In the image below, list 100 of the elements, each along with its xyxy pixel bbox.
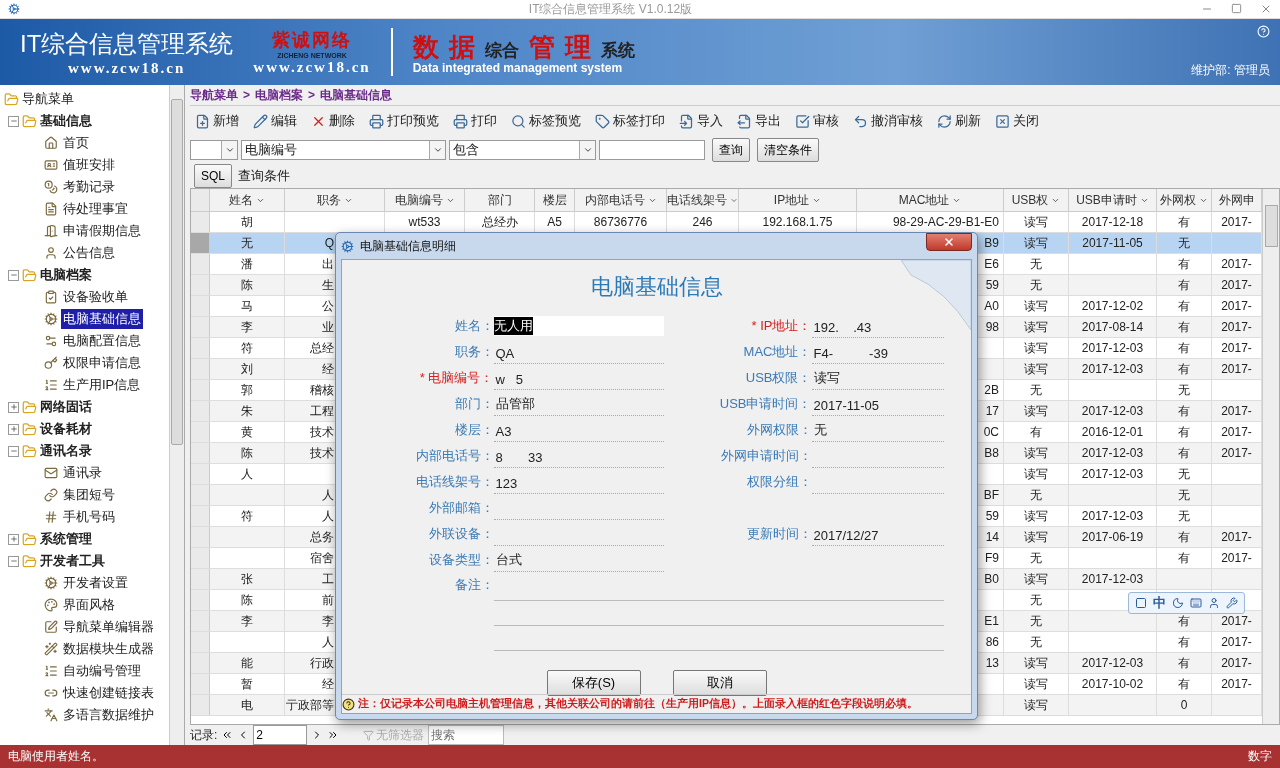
expander-icon[interactable]	[8, 423, 19, 435]
table-row[interactable]: 胡 wt533 总经办 A5 86736776 246 192.168.1.75 98-29-AC-29-B1-E0 读写 2017-12-18 有 2017-	[191, 212, 1262, 233]
user-icon[interactable]	[1208, 597, 1220, 609]
square-icon[interactable]	[1135, 597, 1147, 609]
tree-group[interactable]: 设备耗材	[40, 420, 92, 438]
tree-item[interactable]: 设备验收单	[61, 287, 130, 307]
row-header[interactable]	[191, 275, 210, 295]
dialog-button[interactable]: 保存(S)	[546, 670, 641, 696]
field-value[interactable]: 台式	[493, 547, 664, 572]
moon-icon[interactable]	[1172, 597, 1184, 609]
scrollbar[interactable]	[169, 85, 184, 745]
dialog-button[interactable]: 取消	[672, 670, 767, 696]
row-header[interactable]	[191, 254, 210, 274]
toolbar-button[interactable]: 撤消审核	[851, 110, 931, 132]
operator-dropdown[interactable]: 包含	[449, 140, 596, 160]
tree-group[interactable]: 基础信息	[40, 112, 92, 130]
sql-button[interactable]: SQL	[194, 164, 232, 188]
toolbar-button[interactable]: 打印预览	[367, 110, 447, 132]
column-header[interactable]: 楼层	[535, 189, 575, 211]
tree-group[interactable]: 开发者工具	[40, 552, 105, 570]
tree-item[interactable]: 界面风格	[61, 595, 117, 615]
breadcrumb-link[interactable]: 导航菜单	[190, 86, 238, 104]
toolbar-button[interactable]: 新增	[193, 110, 247, 132]
toolbar-button[interactable]: 刷新	[935, 110, 989, 132]
page-field[interactable]: 2	[253, 725, 308, 745]
tree-item[interactable]: 电脑配置信息	[61, 331, 143, 351]
tree-item[interactable]: 快速创建链接表	[61, 683, 156, 703]
tree-item[interactable]: 手机号码	[61, 507, 117, 527]
column-header[interactable]: 电脑编号	[385, 189, 465, 211]
row-header[interactable]	[191, 632, 210, 652]
help-icon[interactable]	[1257, 25, 1270, 38]
row-header[interactable]	[191, 443, 210, 463]
row-header[interactable]	[191, 695, 210, 715]
tree-item[interactable]: 自动编号管理	[61, 661, 143, 681]
tree-item[interactable]: 考勤记录	[61, 177, 117, 197]
row-header[interactable]	[191, 212, 210, 232]
tree-item[interactable]: 首页	[61, 133, 91, 153]
row-header[interactable]	[191, 296, 210, 316]
field-value[interactable]: 2017/12/27	[811, 521, 944, 546]
field-value[interactable]: A3	[493, 417, 664, 442]
row-header[interactable]	[191, 401, 210, 421]
field-value[interactable]: 123	[493, 469, 664, 494]
column-header[interactable]: IP地址	[739, 189, 857, 211]
expander-icon[interactable]	[8, 445, 19, 457]
wrench-icon[interactable]	[1226, 597, 1238, 609]
tree-item[interactable]: 多语言数据维护	[61, 705, 156, 725]
row-header[interactable]	[191, 569, 210, 589]
column-header[interactable]: USB申请时	[1069, 189, 1157, 211]
toolbar-button[interactable]: 标签打印	[593, 110, 673, 132]
search-field[interactable]: 搜索	[428, 725, 505, 745]
input-mode-label[interactable]: 中	[1153, 594, 1166, 612]
tree-item[interactable]: 电脑基础信息	[61, 309, 143, 329]
row-header[interactable]	[191, 380, 210, 400]
row-header[interactable]	[191, 611, 210, 631]
toolbar-button[interactable]: 删除	[309, 110, 363, 132]
row-header[interactable]	[191, 674, 210, 694]
expander-icon[interactable]	[8, 555, 19, 567]
tree-item[interactable]: 公告信息	[61, 243, 117, 263]
field-value[interactable]: F4- -39	[811, 339, 944, 364]
toolbar-button[interactable]: 打印	[451, 110, 505, 132]
toolbar-button[interactable]: 导出	[735, 110, 789, 132]
row-header[interactable]	[191, 359, 210, 379]
row-header[interactable]	[191, 653, 210, 673]
toolbar-button[interactable]: 关闭	[993, 110, 1047, 132]
tree-group[interactable]: 网络固话	[40, 398, 92, 416]
first-page-button[interactable]	[221, 729, 234, 741]
tree-item[interactable]: 申请假期信息	[61, 221, 143, 241]
tree-group[interactable]: 电脑档案	[40, 266, 92, 284]
close-button[interactable]	[926, 233, 972, 251]
keyboard-icon[interactable]	[1190, 597, 1202, 609]
tree-item[interactable]: 开发者设置	[61, 573, 130, 593]
field-value[interactable]: 2017-11-05	[811, 391, 944, 416]
dropdown[interactable]	[190, 140, 238, 160]
toolbar-button[interactable]: 标签预览	[509, 110, 589, 132]
ime-toolbar[interactable]: 中	[1128, 592, 1245, 614]
row-header[interactable]	[191, 464, 210, 484]
breadcrumb-link[interactable]: 电脑基础信息	[320, 86, 393, 104]
query-button[interactable]: 查询	[712, 138, 750, 162]
tree-item[interactable]: 生产用IP信息	[61, 375, 143, 395]
field-value[interactable]: 192. .43	[811, 313, 944, 338]
column-header[interactable]: 内部电话号	[575, 189, 667, 211]
tree-item[interactable]: 数据模块生成器	[61, 639, 156, 659]
expander-icon[interactable]	[8, 533, 19, 545]
row-header[interactable]	[191, 527, 210, 547]
toolbar-button[interactable]: 编辑	[251, 110, 305, 132]
field-value[interactable]: 无	[811, 417, 944, 442]
column-header[interactable]: 外网权	[1157, 189, 1212, 211]
tree-group[interactable]: 系统管理	[40, 530, 92, 548]
tree-item[interactable]: 值班安排	[61, 155, 117, 175]
row-header[interactable]	[191, 506, 210, 526]
expander-icon[interactable]	[8, 401, 19, 413]
tree-item[interactable]: 通讯录	[61, 463, 104, 483]
field-dropdown[interactable]: 电脑编号	[241, 140, 446, 160]
tree-item[interactable]: 权限申请信息	[61, 353, 143, 373]
tree-item[interactable]: 导航菜单编辑器	[61, 617, 156, 637]
tree-item[interactable]: 集团短号	[61, 485, 117, 505]
restore-icon[interactable]	[1231, 3, 1242, 14]
toolbar-button[interactable]: 审核	[793, 110, 847, 132]
column-header[interactable]: USB权	[1004, 189, 1069, 211]
field-value[interactable]: 读写	[811, 365, 944, 390]
